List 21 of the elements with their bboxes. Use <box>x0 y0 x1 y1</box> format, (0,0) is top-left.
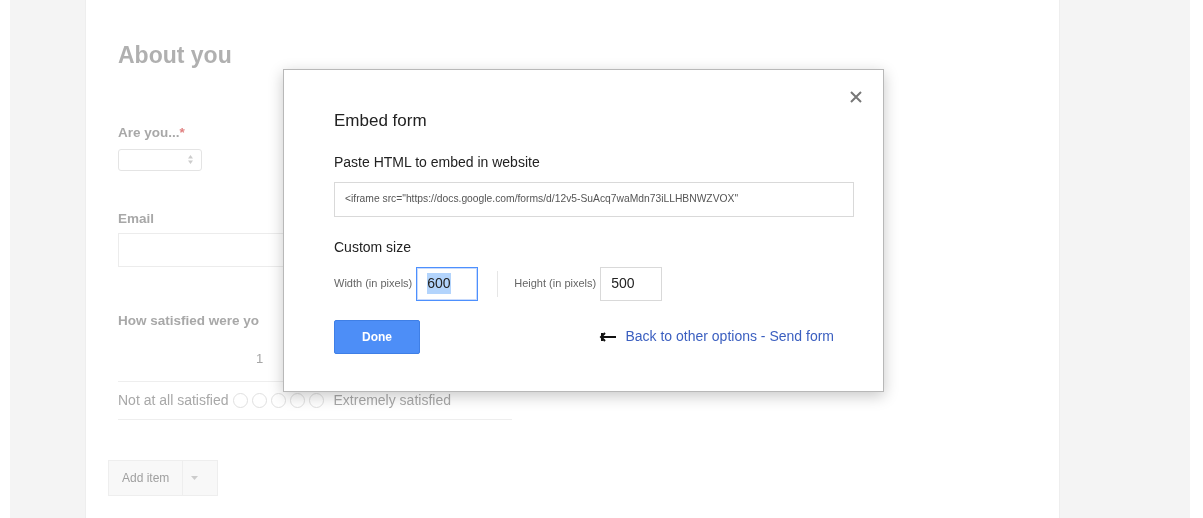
close-icon[interactable] <box>849 90 863 104</box>
caret-icon[interactable] <box>190 475 198 480</box>
field-label: Width (in pixels) <box>334 276 413 292</box>
input-field[interactable]: 500 <box>600 266 663 301</box>
updown-icon <box>188 155 193 165</box>
input-field[interactable]: 600 <box>416 266 479 301</box>
select-field[interactable] <box>118 148 202 171</box>
scale-number: 1 <box>256 351 264 367</box>
scale-low-label: Not at all satisfied <box>118 390 229 410</box>
back-arrow-icon <box>599 331 618 342</box>
field-label: Height (in pixels) <box>514 276 597 292</box>
custom-size-heading: Custom size <box>334 237 413 257</box>
section-title: About you <box>118 41 233 70</box>
question-label: How satisfied were yo <box>118 312 260 330</box>
dialog-title: Embed form <box>334 110 428 132</box>
scale-high-label: Extremely satisfied <box>333 390 451 410</box>
embed-code-field[interactable]: <iframe src="https://docs.google.com/forms/d/12v5-SuAcq7waMdn73iLLHBNWZVOX" <box>334 181 854 217</box>
question-label: Email <box>118 209 155 228</box>
embed-label: Paste HTML to embed in website <box>334 152 541 172</box>
back-link[interactable]: Back to other options - Send form <box>625 326 834 347</box>
question-label: Are you...* <box>118 123 185 142</box>
